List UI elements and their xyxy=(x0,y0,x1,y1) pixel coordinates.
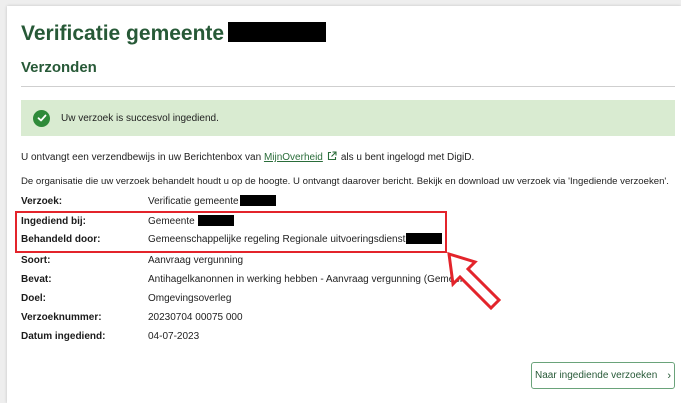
page-title-text: Verificatie gemeente xyxy=(21,22,225,45)
page-title: Verificatie gemeente xyxy=(21,22,327,46)
redaction-box xyxy=(239,195,276,206)
pointer-arrow-icon xyxy=(445,250,503,317)
main-card xyxy=(7,6,681,403)
redaction-box xyxy=(228,22,327,43)
naar-ingediende-verzoeken-button[interactable]: Naar ingediende verzoeken › xyxy=(531,362,675,389)
detail-label: Verzoek: xyxy=(21,196,63,207)
detail-value: Aanvraag vergunning xyxy=(148,255,244,266)
detail-value: Verificatie gemeente xyxy=(148,195,276,208)
info-text-before: U ontvangt een verzendbewijs in uw Beric… xyxy=(21,152,262,164)
highlight-box xyxy=(15,211,447,253)
detail-value-text: Verificatie gemeente xyxy=(148,196,239,208)
page-subtitle: Verzonden xyxy=(21,59,97,76)
info-text-after: als u bent ingelogd met DigiD. xyxy=(340,152,475,164)
detail-value: Omgevingsoverleg xyxy=(148,293,232,304)
detail-value: 04-07-2023 xyxy=(148,331,200,342)
detail-label: Bevat: xyxy=(21,274,52,285)
detail-label: Soort: xyxy=(21,255,51,266)
button-label: Naar ingediende verzoeken xyxy=(535,370,658,381)
section-divider xyxy=(21,86,675,87)
alert-message: Uw verzoek is succesvol ingediend. xyxy=(61,112,219,124)
detail-value: Antihagelkanonnen in werking hebben - Aa… xyxy=(148,274,478,285)
detail-label: Datum ingediend: xyxy=(21,331,106,342)
detail-label: Doel: xyxy=(21,293,46,304)
mijnoverheid-link[interactable]: MijnOverheid xyxy=(264,152,323,163)
success-alert: Uw verzoek is succesvol ingediend. xyxy=(21,100,675,136)
detail-value: 20230704 00075 000 xyxy=(148,312,243,323)
info-line-berichtenbox: U ontvangt een verzendbewijs in uw Beric… xyxy=(21,151,474,164)
check-circle-icon xyxy=(33,109,50,127)
info-line-organisatie: De organisatie die uw verzoek behandelt … xyxy=(21,176,669,187)
detail-label: Verzoeknummer: xyxy=(21,312,102,323)
chevron-right-icon: › xyxy=(667,369,671,382)
external-link-icon xyxy=(327,151,337,164)
